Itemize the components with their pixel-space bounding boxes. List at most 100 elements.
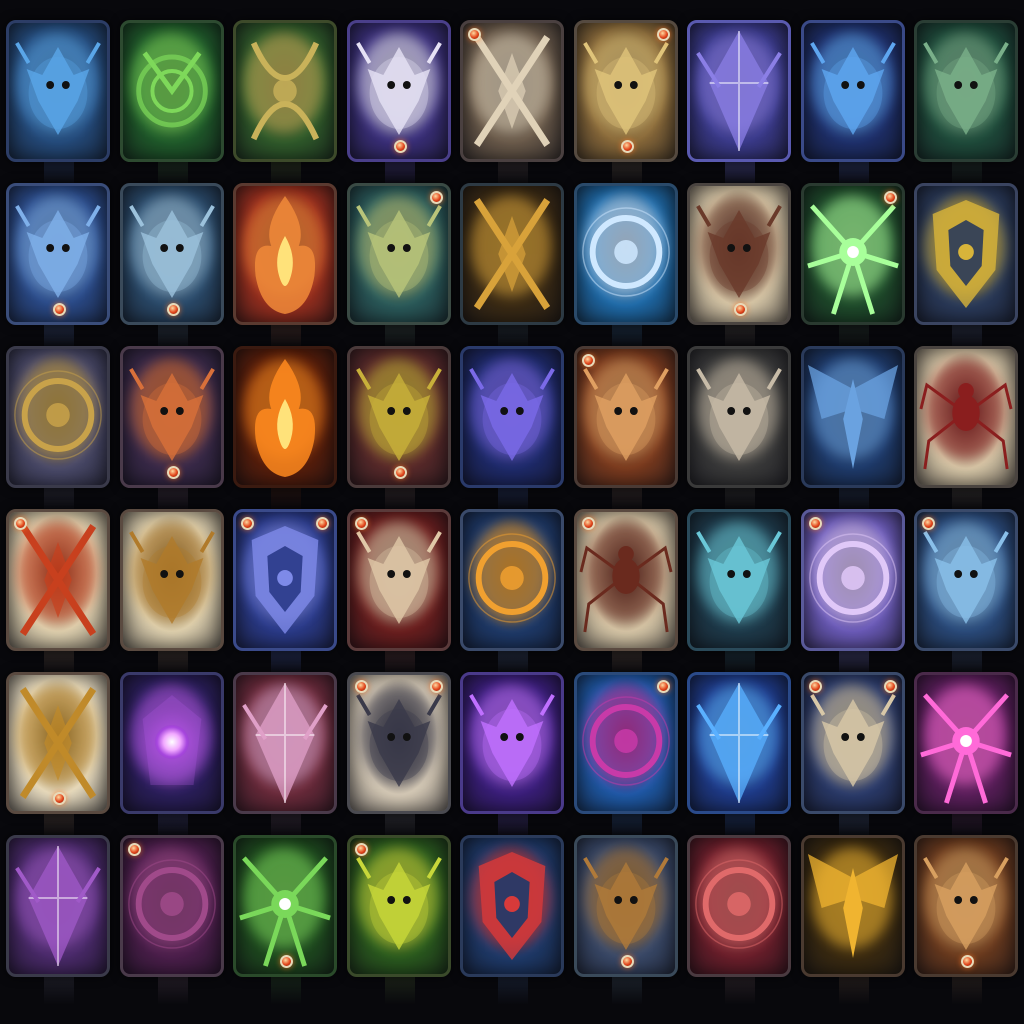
card-slot[interactable] <box>456 20 570 190</box>
ability-card[interactable] <box>6 672 110 814</box>
ability-card[interactable] <box>573 835 678 977</box>
ability-card[interactable] <box>687 509 791 651</box>
card-slot[interactable] <box>797 509 911 679</box>
card-slot[interactable] <box>797 20 911 190</box>
ability-card[interactable] <box>233 20 337 162</box>
card-slot[interactable] <box>683 20 797 190</box>
ability-card[interactable] <box>119 20 224 162</box>
ability-card[interactable] <box>914 20 1018 162</box>
ability-card[interactable] <box>460 509 564 651</box>
ability-card[interactable] <box>573 346 678 488</box>
card-slot[interactable] <box>456 835 570 1005</box>
ability-card[interactable] <box>119 672 224 814</box>
ability-card[interactable] <box>233 835 337 977</box>
card-slot[interactable] <box>343 183 457 353</box>
card-slot[interactable] <box>343 672 457 842</box>
card-slot[interactable] <box>343 20 457 190</box>
card-slot[interactable] <box>910 346 1024 516</box>
ability-card[interactable] <box>914 835 1018 977</box>
card-slot[interactable] <box>910 835 1024 1005</box>
ability-card[interactable] <box>119 346 224 488</box>
ability-card[interactable] <box>346 672 451 814</box>
card-slot[interactable] <box>683 346 797 516</box>
card-slot[interactable] <box>343 509 457 679</box>
card-slot[interactable] <box>797 346 911 516</box>
card-slot[interactable] <box>683 835 797 1005</box>
card-slot[interactable] <box>910 183 1024 353</box>
card-slot[interactable] <box>2 346 116 516</box>
ability-card[interactable] <box>800 835 905 977</box>
ability-card[interactable] <box>233 509 337 651</box>
card-slot[interactable] <box>229 20 343 190</box>
card-slot[interactable] <box>229 672 343 842</box>
ability-card[interactable] <box>346 183 451 325</box>
ability-card[interactable] <box>6 20 110 162</box>
card-slot[interactable] <box>229 183 343 353</box>
card-slot[interactable] <box>2 835 116 1005</box>
card-slot[interactable] <box>116 672 230 842</box>
card-slot[interactable] <box>797 183 911 353</box>
card-slot[interactable] <box>229 509 343 679</box>
ability-card[interactable] <box>233 183 337 325</box>
ability-card[interactable] <box>687 183 791 325</box>
card-slot[interactable] <box>116 20 230 190</box>
card-slot[interactable] <box>570 509 684 679</box>
card-slot[interactable] <box>797 835 911 1005</box>
ability-card[interactable] <box>914 183 1018 325</box>
ability-card[interactable] <box>6 346 110 488</box>
ability-card[interactable] <box>233 346 337 488</box>
ability-card[interactable] <box>573 509 678 651</box>
ability-card[interactable] <box>119 183 224 325</box>
card-slot[interactable] <box>229 835 343 1005</box>
card-slot[interactable] <box>456 509 570 679</box>
card-slot[interactable] <box>2 183 116 353</box>
ability-card[interactable] <box>914 672 1018 814</box>
card-slot[interactable] <box>683 509 797 679</box>
ability-card[interactable] <box>573 183 678 325</box>
card-slot[interactable] <box>2 672 116 842</box>
ability-card[interactable] <box>914 509 1018 651</box>
card-slot[interactable] <box>2 20 116 190</box>
ability-card[interactable] <box>800 672 905 814</box>
ability-card[interactable] <box>687 20 791 162</box>
card-slot[interactable] <box>456 346 570 516</box>
ability-card[interactable] <box>6 183 110 325</box>
ability-card[interactable] <box>460 183 564 325</box>
ability-card[interactable] <box>800 183 905 325</box>
ability-card[interactable] <box>6 835 110 977</box>
ability-card[interactable] <box>573 20 678 162</box>
card-slot[interactable] <box>570 183 684 353</box>
ability-card[interactable] <box>460 346 564 488</box>
card-slot[interactable] <box>910 509 1024 679</box>
card-slot[interactable] <box>570 672 684 842</box>
ability-card[interactable] <box>687 346 791 488</box>
card-slot[interactable] <box>570 346 684 516</box>
ability-card[interactable] <box>6 509 110 651</box>
card-slot[interactable] <box>570 20 684 190</box>
card-slot[interactable] <box>116 346 230 516</box>
card-slot[interactable] <box>797 672 911 842</box>
card-slot[interactable] <box>683 183 797 353</box>
card-slot[interactable] <box>116 183 230 353</box>
ability-card[interactable] <box>687 835 791 977</box>
card-slot[interactable] <box>116 835 230 1005</box>
ability-card[interactable] <box>460 672 564 814</box>
ability-card[interactable] <box>346 20 451 162</box>
ability-card[interactable] <box>800 20 905 162</box>
ability-card[interactable] <box>233 672 337 814</box>
ability-card[interactable] <box>573 672 678 814</box>
card-slot[interactable] <box>683 672 797 842</box>
card-slot[interactable] <box>456 672 570 842</box>
card-slot[interactable] <box>343 835 457 1005</box>
ability-card[interactable] <box>346 346 451 488</box>
card-slot[interactable] <box>343 346 457 516</box>
ability-card[interactable] <box>914 346 1018 488</box>
ability-card[interactable] <box>800 509 905 651</box>
card-slot[interactable] <box>910 672 1024 842</box>
card-slot[interactable] <box>2 509 116 679</box>
ability-card[interactable] <box>346 835 451 977</box>
card-slot[interactable] <box>229 346 343 516</box>
ability-card[interactable] <box>460 835 564 977</box>
card-slot[interactable] <box>570 835 684 1005</box>
ability-card[interactable] <box>346 509 451 651</box>
